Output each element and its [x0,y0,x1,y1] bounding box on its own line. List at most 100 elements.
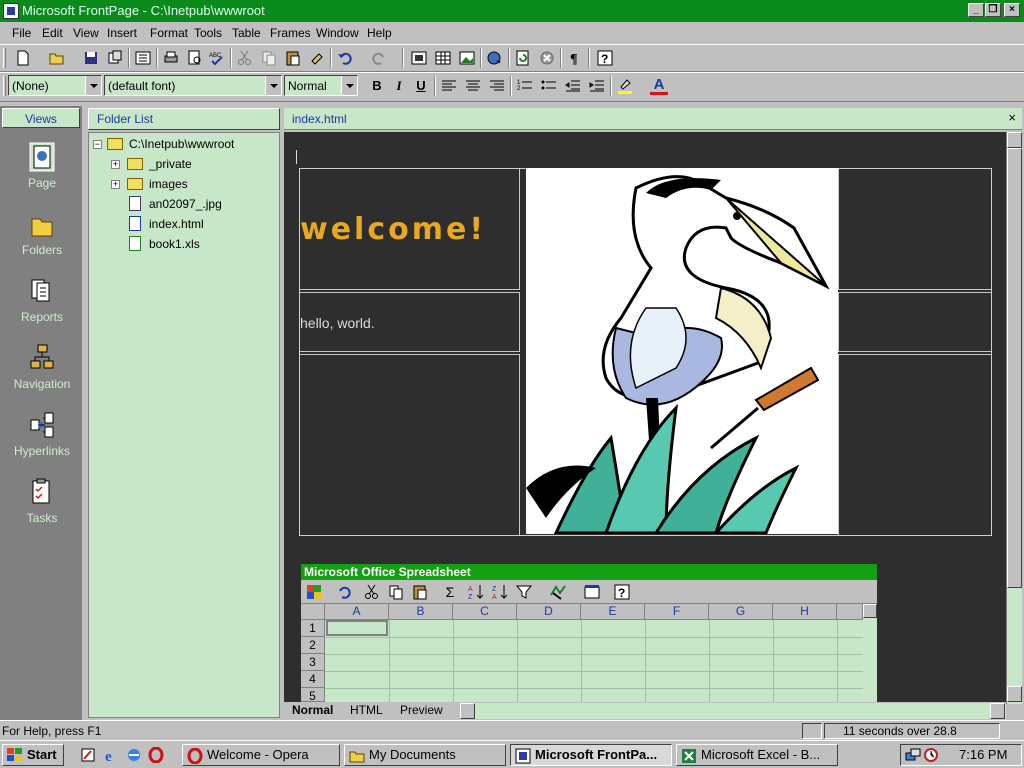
task-my-documents[interactable]: My Documents [344,744,506,766]
align-right-icon[interactable] [488,77,506,95]
bold-button[interactable]: B [368,77,386,95]
save-icon[interactable] [82,49,100,67]
task-frontpage[interactable]: Microsoft FrontPa... [510,744,672,766]
column-header[interactable]: F [645,604,709,620]
start-button[interactable]: Start [2,744,64,766]
folder-list-icon[interactable] [134,49,152,67]
expand-icon[interactable]: + [111,180,120,189]
edit-quicklaunch-icon[interactable] [80,747,96,763]
chevron-down-icon[interactable] [265,76,281,95]
document-tab[interactable]: index.html [292,112,347,126]
stop-icon[interactable] [538,49,556,67]
tab-preview[interactable]: Preview [400,702,443,719]
menu-table[interactable]: Table [232,26,261,40]
increase-indent-icon[interactable] [588,77,606,95]
view-reports[interactable]: Reports [4,272,80,332]
row-header[interactable]: 1 [301,620,325,637]
autosum-button[interactable]: Σ [441,583,459,601]
property-toolbox-icon[interactable] [583,583,601,601]
font-select[interactable]: (default font) [104,75,282,96]
close-document-icon[interactable]: × [1008,110,1016,125]
copy-icon[interactable] [260,49,278,67]
channels-icon[interactable] [126,747,142,763]
cut-icon[interactable] [236,49,254,67]
view-hyperlinks[interactable]: Hyperlinks [4,406,80,466]
style-select[interactable]: (None) [8,75,102,96]
paste-icon[interactable] [411,583,429,601]
sort-descending-icon[interactable]: ZA [491,583,509,601]
new-page-icon[interactable] [14,49,32,67]
row-header[interactable]: 5 [301,688,325,702]
insert-picture-icon[interactable] [458,49,476,67]
menu-format[interactable]: Format [150,26,188,40]
insert-table-icon[interactable] [434,49,452,67]
align-center-icon[interactable] [464,77,482,95]
editor-horizontal-scrollbar[interactable] [460,703,1006,719]
font-size-select[interactable]: Normal [284,75,358,96]
view-navigation[interactable]: Navigation [4,339,80,399]
scheduler-icon[interactable] [923,747,939,763]
column-header[interactable] [837,604,863,620]
task-excel[interactable]: Microsoft Excel - B... [676,744,838,766]
frontpage-app-icon[interactable] [3,3,19,19]
column-header[interactable]: B [389,604,453,620]
underline-button[interactable]: U [412,77,430,95]
menu-file[interactable]: File [12,26,31,40]
heron-image[interactable] [526,168,838,534]
format-painter-icon[interactable] [308,49,326,67]
scroll-thumb[interactable] [1007,148,1022,588]
office-logo-icon[interactable] [305,583,323,601]
expand-icon[interactable]: + [111,160,120,169]
redo-icon[interactable] [370,49,388,67]
column-header[interactable]: C [453,604,517,620]
tab-normal[interactable]: Normal [292,702,333,719]
print-preview-icon[interactable] [186,49,204,67]
show-all-icon[interactable]: ¶ [566,49,584,67]
view-folders[interactable]: Folders [4,205,80,265]
office-spreadsheet[interactable]: Microsoft Office Spreadsheet Σ AZ ZA ? A… [301,564,877,702]
menu-tools[interactable]: Tools [194,26,222,40]
row-header[interactable]: 4 [301,671,325,688]
row-header[interactable]: 2 [301,637,325,654]
scroll-left-icon[interactable] [460,703,475,719]
print-icon[interactable] [162,49,180,67]
align-left-icon[interactable] [440,77,458,95]
italic-button[interactable]: I [390,77,408,95]
spelling-icon[interactable]: ABC [208,49,226,67]
row-header[interactable]: 3 [301,654,325,671]
spreadsheet-grid[interactable]: A B C D E F G H 1 2 3 4 5 [301,604,863,702]
highlight-icon[interactable] [616,77,634,95]
scroll-right-icon[interactable] [990,703,1005,719]
paste-icon[interactable] [284,49,302,67]
close-button[interactable]: × [1004,3,1020,17]
copy-icon[interactable] [387,583,405,601]
toolbar-gripper[interactable] [3,48,6,68]
clock[interactable]: 7:16 PM [959,745,1007,765]
column-header[interactable]: H [773,604,837,620]
menu-view[interactable]: View [73,26,99,40]
open-folder-icon[interactable] [48,49,66,67]
cut-icon[interactable] [363,583,381,601]
menu-edit[interactable]: Edit [42,26,63,40]
chevron-down-icon[interactable] [85,76,101,95]
editor-vertical-scrollbar[interactable] [1006,132,1022,704]
help-icon[interactable]: ? [596,49,614,67]
insert-component-icon[interactable] [410,49,428,67]
help-icon[interactable]: ? [613,583,631,601]
spreadsheet-scrollbar[interactable] [863,604,877,702]
sort-ascending-icon[interactable]: AZ [467,583,485,601]
undo-icon[interactable] [336,49,354,67]
menu-frames[interactable]: Frames [270,26,311,40]
column-header[interactable]: E [581,604,645,620]
opera-quicklaunch-icon[interactable] [148,747,164,763]
hyperlink-icon[interactable] [486,49,504,67]
minimize-button[interactable]: _ [968,3,984,17]
view-tasks[interactable]: Tasks [4,473,80,533]
export-to-excel-icon[interactable] [549,583,567,601]
restore-button[interactable]: ❐ [985,3,1001,17]
column-header[interactable]: G [709,604,773,620]
undo-icon[interactable] [335,583,353,601]
numbering-icon[interactable]: 12 [516,77,534,95]
network-icon[interactable] [905,747,921,763]
column-header[interactable]: D [517,604,581,620]
